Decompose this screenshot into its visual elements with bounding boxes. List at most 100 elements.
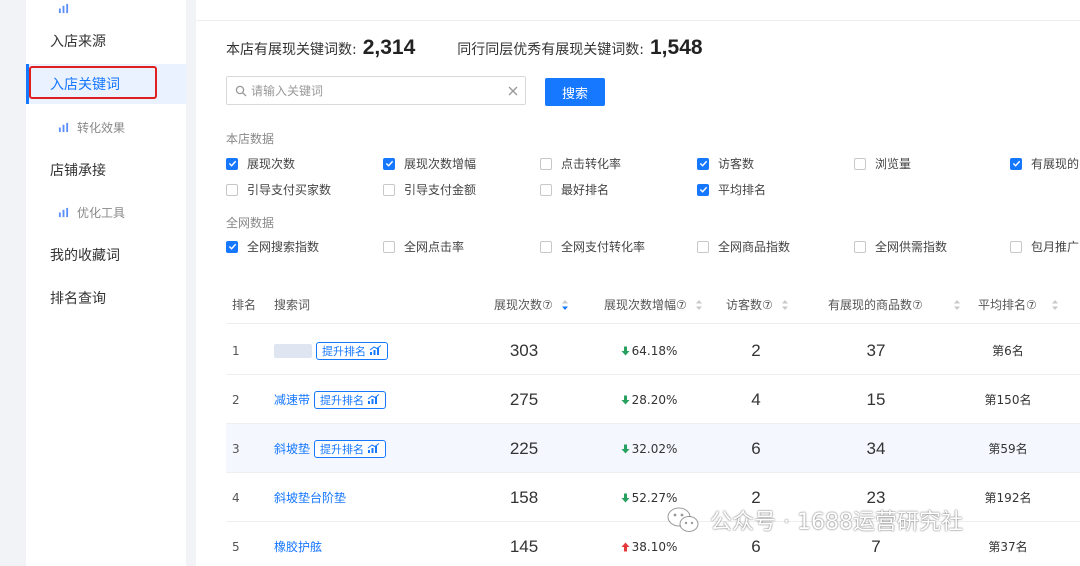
checkbox-option[interactable]: 展现次数 [226, 155, 295, 172]
sidebar-item-rank-query[interactable]: 排名查询 [26, 278, 186, 318]
cell-growth: 32.02% [604, 424, 694, 473]
checkbox-option[interactable]: 包月推广 [1010, 238, 1079, 255]
sort-icon[interactable] [781, 299, 789, 311]
checkbox[interactable] [540, 240, 552, 253]
own-keywords-value: 2,314 [362, 36, 416, 59]
boost-rank-tag[interactable]: 提升排名 [314, 390, 387, 409]
cell-rank: 4 [232, 490, 240, 505]
growth-value: 28.20% [631, 392, 678, 407]
checkbox-option[interactable]: 全网商品指数 [697, 238, 790, 255]
sort-icon[interactable] [1051, 299, 1059, 311]
checkbox-label: 包月推广 [1031, 240, 1080, 254]
checkbox-label: 全网支付转化率 [561, 240, 646, 254]
keyword-link[interactable]: 橡胶护舷 [274, 538, 322, 555]
checkbox-option[interactable]: 浏览量 [854, 155, 911, 172]
search-button[interactable]: 搜索 [545, 78, 605, 106]
checkbox-option[interactable]: 全网支付转化率 [540, 238, 645, 255]
cell-products: 34 [866, 438, 886, 458]
checkbox[interactable] [383, 183, 395, 196]
clear-icon[interactable] [507, 85, 519, 97]
checkbox[interactable] [540, 183, 552, 196]
sidebar-item-label: 优化工具 [77, 205, 126, 220]
table-header: 排名 搜索词 展现次数⑦ 展现次数增幅⑦ 访客数⑦ 有展现的商品数⑦ 平均排名⑦ [226, 284, 1080, 324]
main-content: 本店有展现关键词数: 2,314 同行同层优秀有展现关键词数: 1,548 搜索… [196, 0, 1080, 566]
checkbox-option[interactable]: 有展现的 [1010, 155, 1079, 172]
cell-visitors: 2 [751, 340, 761, 360]
checkbox[interactable] [226, 183, 238, 196]
arrow-down-icon [621, 395, 630, 404]
cell-avg-rank: 第37名 [988, 540, 1028, 554]
checkbox[interactable] [383, 157, 395, 170]
col-avg-rank-label: 平均排名⑦ [978, 298, 1037, 312]
col-visitors[interactable]: 访客数⑦ [726, 296, 789, 313]
checkbox-label: 有展现的 [1031, 157, 1080, 171]
checkbox-option[interactable]: 平均排名 [697, 181, 766, 198]
sort-icon[interactable] [561, 299, 569, 311]
checkbox[interactable] [1010, 240, 1022, 253]
check-icon [228, 160, 236, 167]
boost-rank-tag[interactable]: 提升排名 [314, 439, 387, 458]
checkbox[interactable] [1010, 157, 1022, 170]
table-row[interactable]: 1 提升排名 303 64.18% 2 37 第6名 [226, 326, 1080, 375]
col-products[interactable]: 有展现的商品数⑦ [828, 296, 961, 313]
checkbox[interactable] [697, 240, 709, 253]
checkbox[interactable] [383, 240, 395, 253]
checkbox-option[interactable]: 全网搜索指数 [226, 238, 319, 255]
bar-chart-icon [367, 443, 380, 453]
cell-rank: 3 [232, 441, 240, 456]
table-row[interactable]: 3 斜坡垫 提升排名 225 32.02% 6 34 第59名 [226, 424, 1080, 473]
checkbox-label: 最好排名 [561, 183, 610, 197]
checkbox-label: 全网供需指数 [875, 240, 948, 254]
col-visitors-label: 访客数⑦ [726, 298, 773, 312]
arrow-down-icon [621, 493, 630, 502]
checkbox[interactable] [540, 157, 552, 170]
checkbox-option[interactable]: 展现次数增幅 [383, 155, 476, 172]
sidebar-item-store-reception[interactable]: 店铺承接 [26, 150, 186, 190]
boost-rank-label: 提升排名 [322, 344, 366, 358]
checkbox[interactable] [226, 157, 238, 170]
layout-gap [186, 0, 196, 566]
checkbox[interactable] [697, 157, 709, 170]
cell-growth: 28.20% [604, 375, 694, 424]
keyword-link[interactable]: 斜坡垫 [274, 440, 310, 457]
keyword-link[interactable]: 减速带 [274, 391, 310, 408]
sort-icon[interactable] [953, 299, 961, 311]
sort-icon[interactable] [695, 299, 703, 311]
col-growth-label: 展现次数增幅⑦ [604, 298, 687, 312]
growth-value: 64.18% [631, 343, 678, 358]
col-keyword: 搜索词 [274, 298, 311, 312]
peer-keywords-label: 同行同层优秀有展现关键词数: [457, 42, 644, 58]
checkbox-option[interactable]: 访客数 [697, 155, 754, 172]
sidebar-item-favorites[interactable]: 我的收藏词 [26, 235, 186, 275]
checkbox[interactable] [854, 240, 866, 253]
checkbox-option[interactable]: 全网点击率 [383, 238, 464, 255]
checkbox-option[interactable]: 最好排名 [540, 181, 609, 198]
checkbox[interactable] [226, 240, 238, 253]
search-field[interactable] [226, 76, 526, 105]
growth-value: 32.02% [631, 441, 678, 456]
sidebar-item-traffic-source[interactable]: 入店来源 [26, 21, 186, 61]
cell-keyword: 提升排名 [274, 326, 388, 375]
search-input[interactable] [251, 83, 507, 98]
checkbox-option[interactable]: 全网供需指数 [854, 238, 947, 255]
cell-impressions: 275 [509, 389, 539, 409]
col-avg-rank[interactable]: 平均排名⑦ [978, 296, 1059, 313]
checkbox-label: 展现次数增幅 [404, 157, 477, 171]
sidebar-item-optimization-tools[interactable]: 优化工具 [26, 192, 186, 232]
col-impressions[interactable]: 展现次数⑦ [494, 296, 569, 313]
cell-avg-rank: 第150名 [984, 393, 1032, 407]
checkbox-option[interactable]: 点击转化率 [540, 155, 621, 172]
checkbox[interactable] [854, 157, 866, 170]
keyword-link[interactable]: 斜坡垫台阶垫 [274, 489, 346, 506]
checkbox-option[interactable]: 引导支付买家数 [226, 181, 331, 198]
checkbox-option[interactable]: 引导支付金额 [383, 181, 476, 198]
sidebar-item-store-keywords[interactable]: 入店关键词 [26, 64, 186, 104]
col-growth[interactable]: 展现次数增幅⑦ [604, 296, 703, 313]
left-strip [0, 0, 26, 566]
cell-products: 37 [866, 340, 886, 360]
checkbox[interactable] [697, 183, 709, 196]
sidebar-item-conversion[interactable]: 转化效果 [26, 107, 186, 147]
boost-rank-tag[interactable]: 提升排名 [316, 341, 388, 360]
table-row[interactable]: 2 减速带 提升排名 275 28.20% 4 15 第150名 [226, 375, 1080, 424]
cell-rank: 1 [232, 343, 240, 358]
